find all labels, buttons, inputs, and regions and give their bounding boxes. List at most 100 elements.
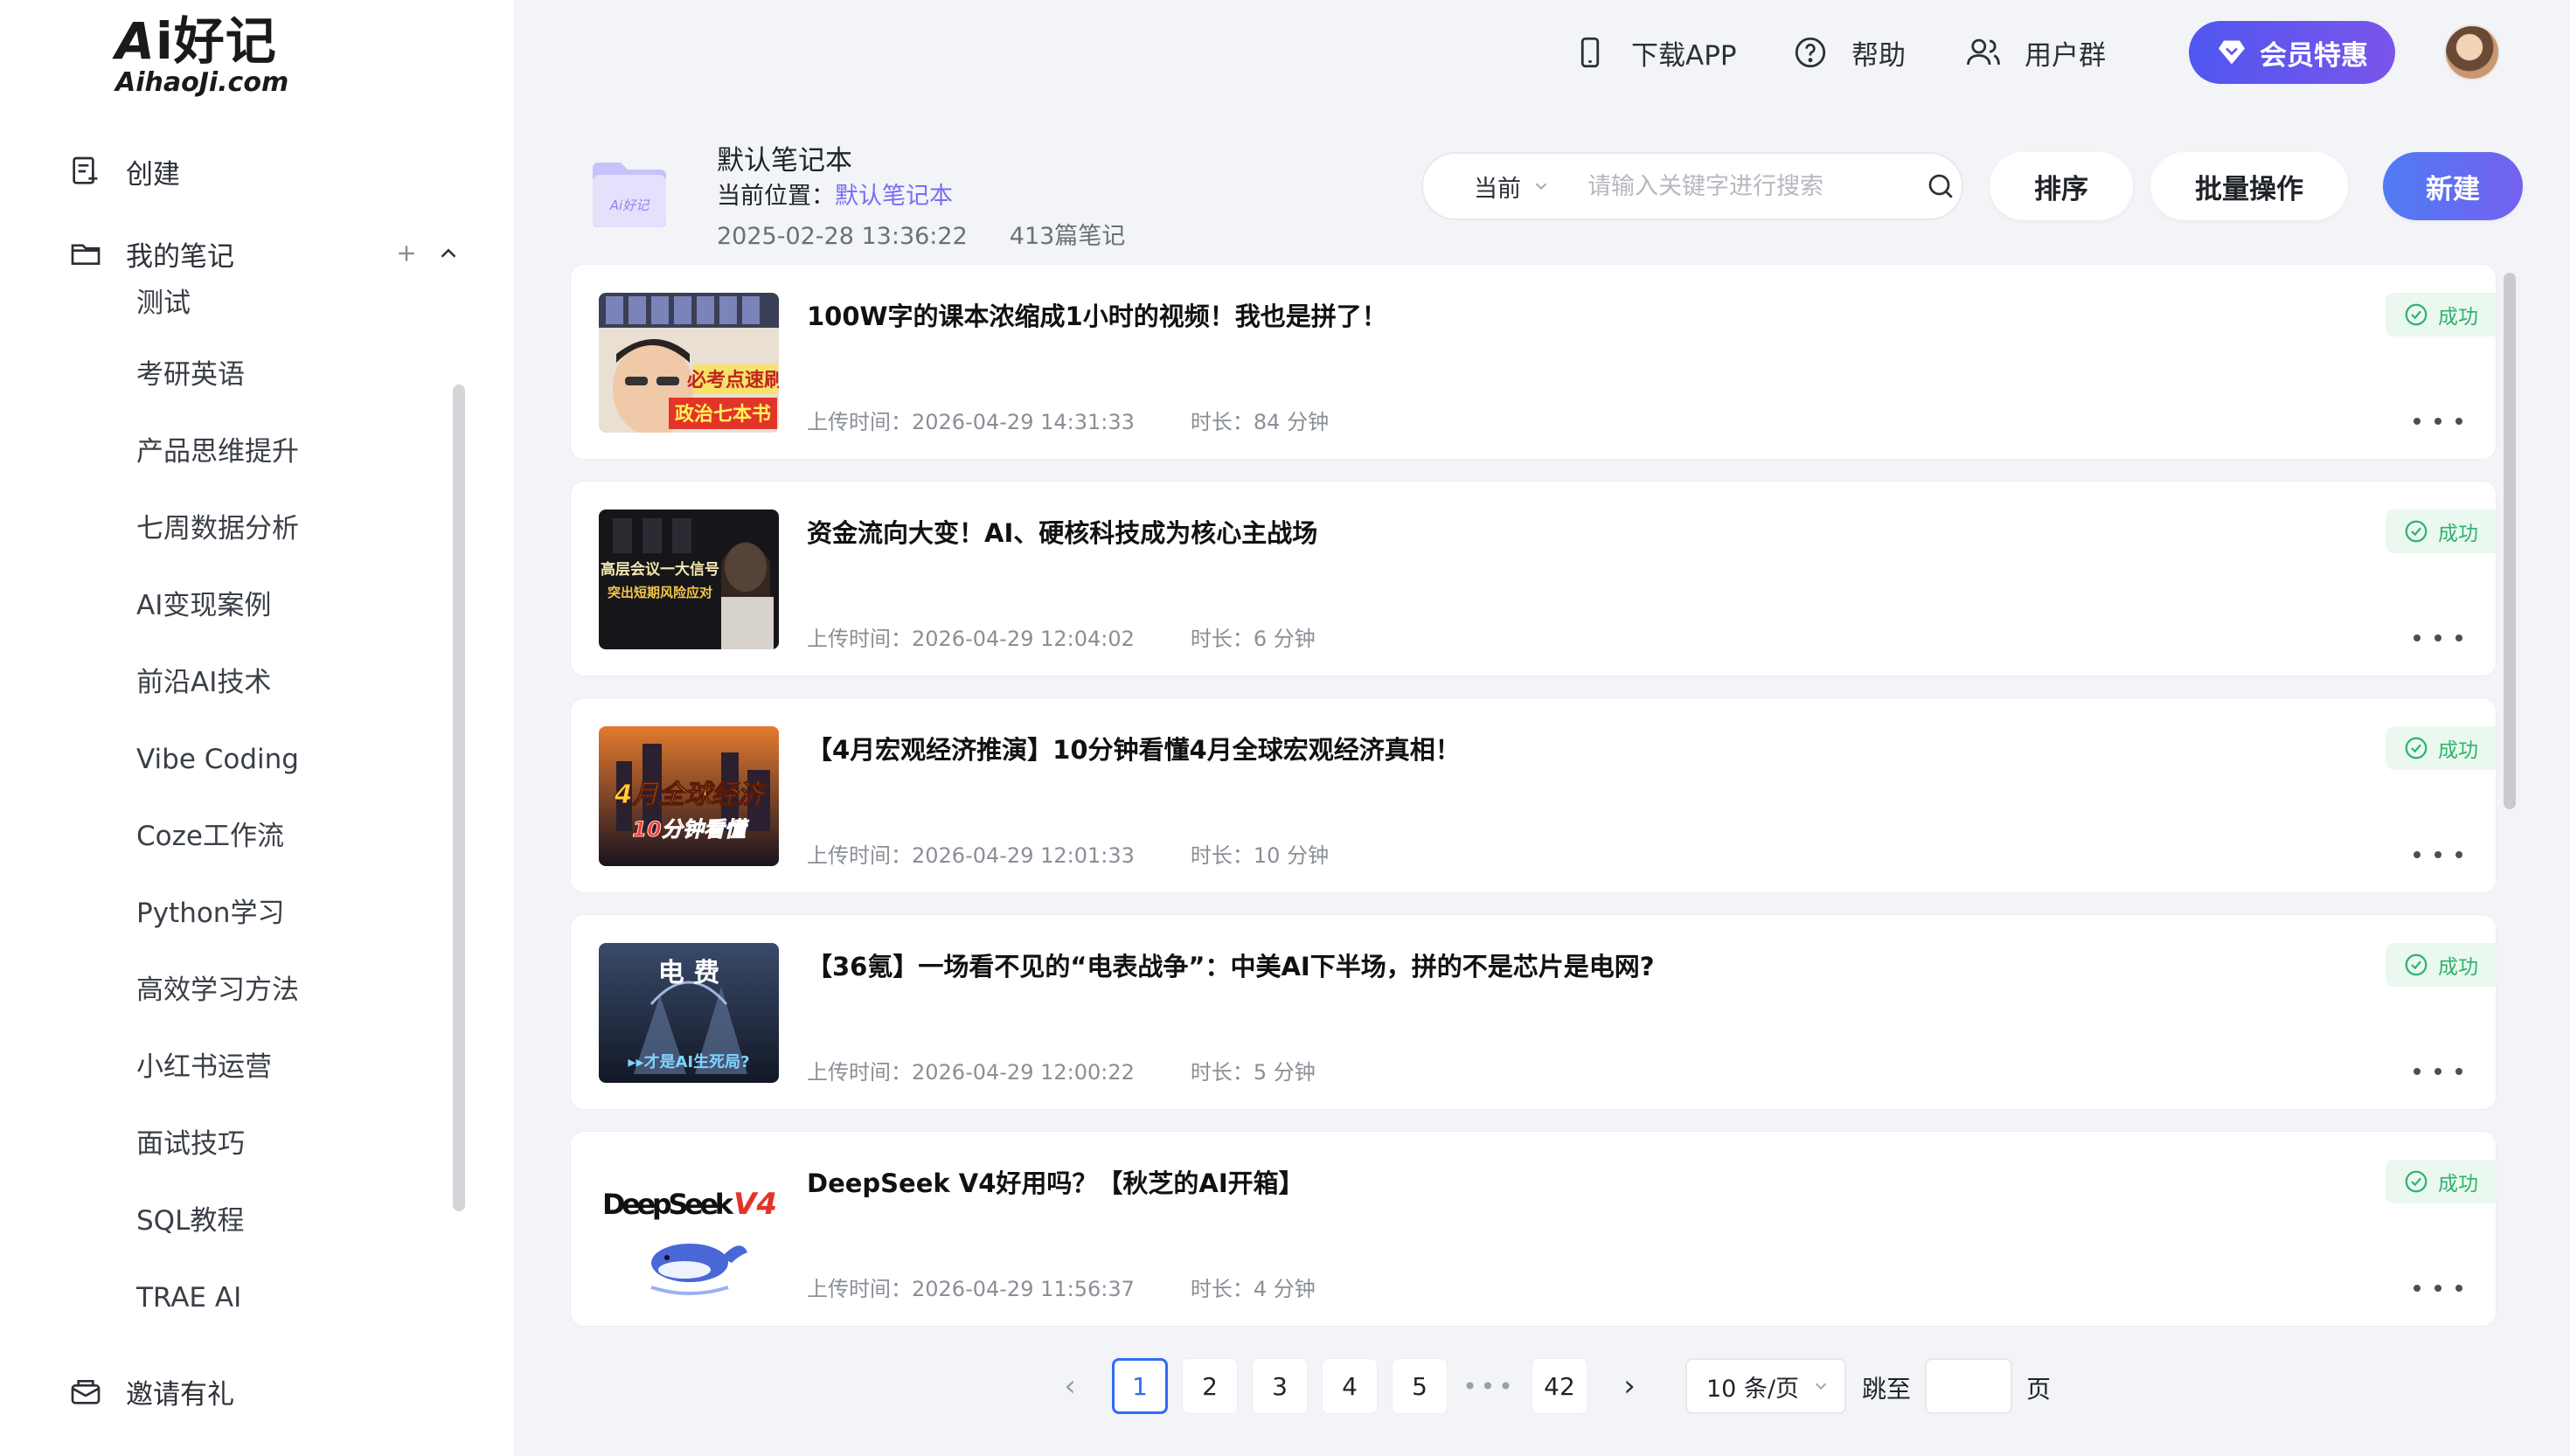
main-scrollbar[interactable] <box>2504 273 2516 809</box>
more-options-icon[interactable] <box>2414 842 2462 868</box>
sidebar-notebook-item[interactable]: 测试 <box>136 281 191 325</box>
more-options-icon[interactable] <box>2414 1058 2462 1085</box>
note-upload-time: 上传时间：2026-04-29 11:56:37 <box>807 1277 1135 1301</box>
page-button-5[interactable]: 5 <box>1392 1358 1448 1414</box>
chevron-down-icon <box>1535 183 1547 191</box>
help-link[interactable]: 帮助 <box>1792 26 1906 79</box>
page-button-last[interactable]: 42 <box>1532 1358 1587 1414</box>
jump-page-input[interactable] <box>1925 1358 2012 1414</box>
sidebar-create[interactable]: 创建 <box>68 147 180 196</box>
avatar[interactable] <box>2444 24 2500 80</box>
location-link[interactable]: 默认笔记本 <box>835 183 953 210</box>
next-page-button[interactable]: › <box>1601 1358 1657 1414</box>
thumbnail-image: 电 费 ▸▸才是AI生死局? <box>599 943 779 1083</box>
sidebar-notebook-item[interactable]: SQL教程 <box>136 1199 244 1243</box>
sidebar-notebook-item[interactable]: 高效学习方法 <box>136 968 299 1012</box>
thumbnail-image: DeepSeek V4 <box>599 1160 779 1300</box>
sidebar-my-notes-label: 我的笔记 <box>126 240 234 273</box>
note-upload-time: 上传时间：2026-04-29 12:01:33 <box>807 843 1135 868</box>
more-options-icon[interactable] <box>2414 1275 2462 1301</box>
check-circle-icon <box>2405 953 2428 976</box>
svg-text:Ai好记: Ai好记 <box>609 198 650 213</box>
chevron-up-icon[interactable] <box>435 240 462 267</box>
note-duration: 时长：6 分钟 <box>1190 627 1316 651</box>
user-group-link[interactable]: 用户群 <box>1965 26 2106 79</box>
more-options-icon[interactable] <box>2414 625 2462 651</box>
sidebar-notebook-item[interactable]: 产品思维提升 <box>136 430 299 474</box>
thumbnail-caption: 必考点速刷 <box>687 369 779 392</box>
search-input[interactable] <box>1587 172 1920 200</box>
phone-icon <box>1580 37 1600 68</box>
page-size-value: 10 条/页 <box>1706 1375 1800 1403</box>
note-thumbnail: 电 费 ▸▸才是AI生死局? <box>599 943 779 1083</box>
thumbnail-caption-2: 突出短期风险应对 <box>608 585 712 600</box>
sidebar-my-notes[interactable]: 我的笔记 <box>68 229 462 278</box>
sidebar-notebook-item[interactable]: 面试技巧 <box>136 1122 245 1166</box>
status-badge: 成功 <box>2386 726 2496 770</box>
page-button-4[interactable]: 4 <box>1322 1358 1378 1414</box>
thumbnail-caption-2: V4 <box>733 1187 777 1222</box>
note-card[interactable]: 高层会议一大信号 突出短期风险应对 资金流向大变！AI、硬核科技成为核心主战场 … <box>570 481 2497 676</box>
add-notebook-icon[interactable] <box>393 240 420 267</box>
note-title: DeepSeek V4好用吗？【秋芝的AI开箱】 <box>807 1168 1304 1198</box>
vip-offer-button[interactable]: 会员特惠 <box>2189 21 2395 84</box>
page-button-2[interactable]: 2 <box>1182 1358 1238 1414</box>
note-meta: 上传时间：2026-04-29 12:01:33 时长：10 分钟 <box>807 838 1329 869</box>
note-card[interactable]: 4月全球经济 10分钟看懂 【4月宏观经济推演】10分钟看懂4月全球宏观经济真相… <box>570 697 2497 893</box>
new-note-button[interactable]: 新建 <box>2383 152 2523 220</box>
page-ellipsis[interactable]: ••• <box>1462 1358 1518 1414</box>
sort-button[interactable]: 排序 <box>1990 152 2133 220</box>
thumbnail-image: 高层会议一大信号 突出短期风险应对 <box>599 510 779 649</box>
prev-page-button[interactable]: ‹ <box>1042 1358 1098 1414</box>
sidebar-notebook-item[interactable]: 前沿AI技术 <box>136 661 271 704</box>
download-app-link[interactable]: 下载APP <box>1572 26 1737 79</box>
status-text: 成功 <box>2438 306 2478 329</box>
search-icon[interactable] <box>1925 170 1956 202</box>
page-button-1[interactable]: 1 <box>1112 1358 1168 1414</box>
download-app-label: 下载APP <box>1631 39 1737 72</box>
sidebar-notebook-item[interactable]: Vibe Coding <box>136 738 299 781</box>
note-duration: 时长：4 分钟 <box>1190 1277 1316 1301</box>
diamond-icon <box>2219 40 2245 65</box>
sidebar-notebook-item[interactable]: 七周数据分析 <box>136 507 299 551</box>
batch-operation-button[interactable]: 批量操作 <box>2150 152 2348 220</box>
notebook-count: 413篇笔记 <box>1009 223 1126 250</box>
note-title: 100W字的课本浓缩成1小时的视频！我也是拼了！ <box>807 302 1387 331</box>
help-icon <box>1795 37 1826 68</box>
folder-icon <box>71 244 101 265</box>
sidebar-notebook-item[interactable]: 小红书运营 <box>136 1045 272 1089</box>
thumbnail-caption-2: 10分钟看懂 <box>632 817 749 842</box>
sidebar-notebook-item[interactable]: Coze工作流 <box>136 815 284 858</box>
search-scope-select[interactable]: 当前 <box>1474 170 1551 204</box>
search-box: 当前 <box>1421 152 1963 220</box>
vip-offer-label: 会员特惠 <box>2260 39 2368 72</box>
sidebar-notebook-item[interactable]: TRAE AI <box>136 1276 241 1320</box>
note-thumbnail: 高层会议一大信号 突出短期风险应对 <box>599 510 779 649</box>
note-meta: 上传时间：2026-04-29 14:31:33 时长：84 分钟 <box>807 405 1329 435</box>
sidebar-notebook-item[interactable]: Python学习 <box>136 891 284 935</box>
note-upload-time: 上传时间：2026-04-29 14:31:33 <box>807 410 1135 434</box>
logo-domain: AihaoJi.com <box>115 67 289 98</box>
sidebar-notebook-item[interactable]: 考研英语 <box>136 353 245 397</box>
note-thumbnail: DeepSeek V4 <box>599 1160 779 1300</box>
note-duration: 时长：5 分钟 <box>1190 1060 1316 1085</box>
thumbnail-caption: DeepSeek <box>602 1188 734 1221</box>
thumbnail-image: 必考点速刷 政治七本书 <box>599 293 779 433</box>
page-button-3[interactable]: 3 <box>1252 1358 1308 1414</box>
chevron-down-icon <box>1815 1383 1827 1390</box>
check-circle-icon <box>2405 1170 2428 1193</box>
sidebar-scrollbar[interactable] <box>453 385 465 1211</box>
note-upload-time: 上传时间：2026-04-29 12:04:02 <box>807 627 1135 651</box>
sidebar-notebook-item[interactable]: AI变现案例 <box>136 584 271 627</box>
note-card[interactable]: 电 费 ▸▸才是AI生死局? 【36氪】一场看不见的“电表战争”：中美AI下半场… <box>570 914 2497 1110</box>
note-card[interactable]: DeepSeek V4 DeepSeek V4好用吗？【秋芝的AI开箱】 上传时… <box>570 1131 2497 1327</box>
logo[interactable]: Ai好记 AihaoJi.com <box>115 12 290 100</box>
more-options-icon[interactable] <box>2414 408 2462 434</box>
note-thumbnail: 4月全球经济 10分钟看懂 <box>599 726 779 866</box>
note-duration: 时长：10 分钟 <box>1190 843 1330 868</box>
status-text: 成功 <box>2438 1173 2478 1196</box>
note-card[interactable]: 必考点速刷 政治七本书 100W字的课本浓缩成1小时的视频！我也是拼了！ 上传时… <box>570 264 2497 460</box>
note-meta: 上传时间：2026-04-29 12:04:02 时长：6 分钟 <box>807 621 1316 652</box>
page-size-select[interactable]: 10 条/页 <box>1685 1358 1846 1414</box>
thumbnail-caption: 高层会议一大信号 <box>601 560 719 579</box>
